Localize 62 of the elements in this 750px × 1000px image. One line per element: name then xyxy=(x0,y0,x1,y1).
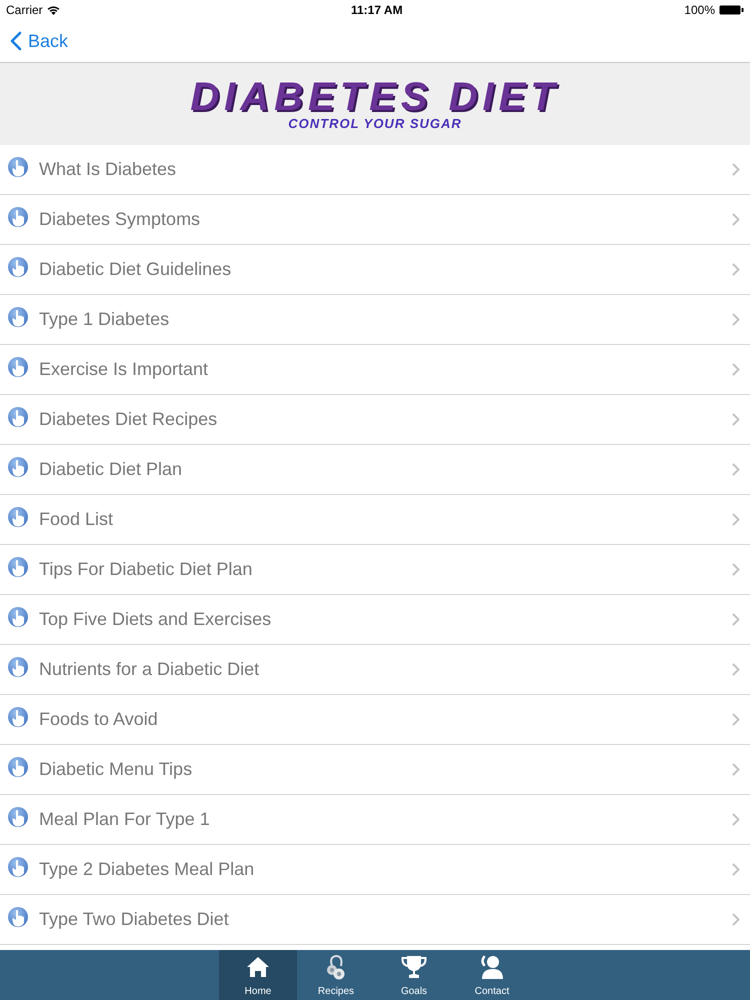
battery-icon xyxy=(719,5,744,15)
carrier-label: Carrier xyxy=(6,2,43,19)
row-label: Top Five Diets and Exercises xyxy=(39,608,272,631)
chevron-right-icon xyxy=(732,413,740,426)
chevron-left-icon xyxy=(10,31,22,51)
row-label: Type 1 Diabetes xyxy=(39,308,170,331)
row-label: Type 2 Diabetes Meal Plan xyxy=(39,858,256,881)
pointing-hand-icon xyxy=(8,157,28,177)
pointing-hand-icon xyxy=(8,857,28,877)
chevron-right-icon xyxy=(732,863,740,876)
chevron-right-icon xyxy=(732,813,740,826)
pointing-hand-icon xyxy=(8,507,28,527)
row-label: Foods to Avoid xyxy=(39,708,159,731)
row-label: Type Two Diabetes Diet xyxy=(39,908,230,931)
chevron-right-icon xyxy=(732,213,740,226)
pointing-hand-icon xyxy=(8,557,28,577)
chevron-right-icon xyxy=(732,913,740,926)
chevron-right-icon xyxy=(732,463,740,476)
chevron-right-icon xyxy=(732,513,740,526)
row-label: Meal Plan For Type 1 xyxy=(39,808,211,831)
trophy-icon xyxy=(401,955,427,979)
house-icon xyxy=(246,956,270,978)
logo-title: DIABETES DIET xyxy=(190,77,560,117)
chevron-right-icon xyxy=(732,663,740,676)
pointing-hand-icon xyxy=(8,807,28,827)
pointing-hand-icon xyxy=(8,257,28,277)
pointing-hand-icon xyxy=(8,307,28,327)
pointing-hand-icon xyxy=(8,907,28,927)
row-label: Food List xyxy=(39,508,114,531)
battery-percent: 100% xyxy=(684,2,715,19)
pointing-hand-icon xyxy=(8,707,28,727)
tab-button[interactable]: Home xyxy=(219,950,297,1000)
clock-label: 11:17 AM xyxy=(351,2,403,19)
row-label: Diabetic Diet Guidelines xyxy=(39,258,232,281)
pointing-hand-icon xyxy=(8,657,28,677)
person-with-phone-icon xyxy=(480,955,504,979)
chevron-right-icon xyxy=(732,713,740,726)
chevron-right-icon xyxy=(732,363,740,376)
chevron-right-icon xyxy=(732,313,740,326)
pointing-hand-icon xyxy=(8,407,28,427)
row-label: Diabetic Menu Tips xyxy=(39,758,194,781)
row-label: What Is Diabetes xyxy=(39,158,178,181)
back-button[interactable]: Back xyxy=(10,28,68,54)
chevron-right-icon xyxy=(732,163,740,176)
chevron-right-icon xyxy=(732,613,740,626)
row-label: Tips For Diabetic Diet Plan xyxy=(39,558,254,581)
discs-icon xyxy=(326,954,346,980)
row-label: Diabetes Diet Recipes xyxy=(39,408,218,431)
pointing-hand-icon xyxy=(8,207,28,227)
row-label: Exercise Is Important xyxy=(39,358,210,381)
row-label: Diabetic Diet Plan xyxy=(39,458,184,481)
pointing-hand-icon xyxy=(8,607,28,627)
chevron-right-icon xyxy=(732,263,740,276)
pointing-hand-icon xyxy=(8,357,28,377)
pointing-hand-icon xyxy=(8,757,28,777)
row-label: Nutrients for a Diabetic Diet xyxy=(39,658,260,681)
pointing-hand-icon xyxy=(8,457,28,477)
chevron-right-icon xyxy=(732,563,740,576)
chevron-right-icon xyxy=(732,763,740,776)
wifi-icon xyxy=(46,5,60,15)
logo-subtitle: CONTROL YOUR SUGAR xyxy=(288,117,462,131)
row-label: Diabetes Symptoms xyxy=(39,208,202,231)
